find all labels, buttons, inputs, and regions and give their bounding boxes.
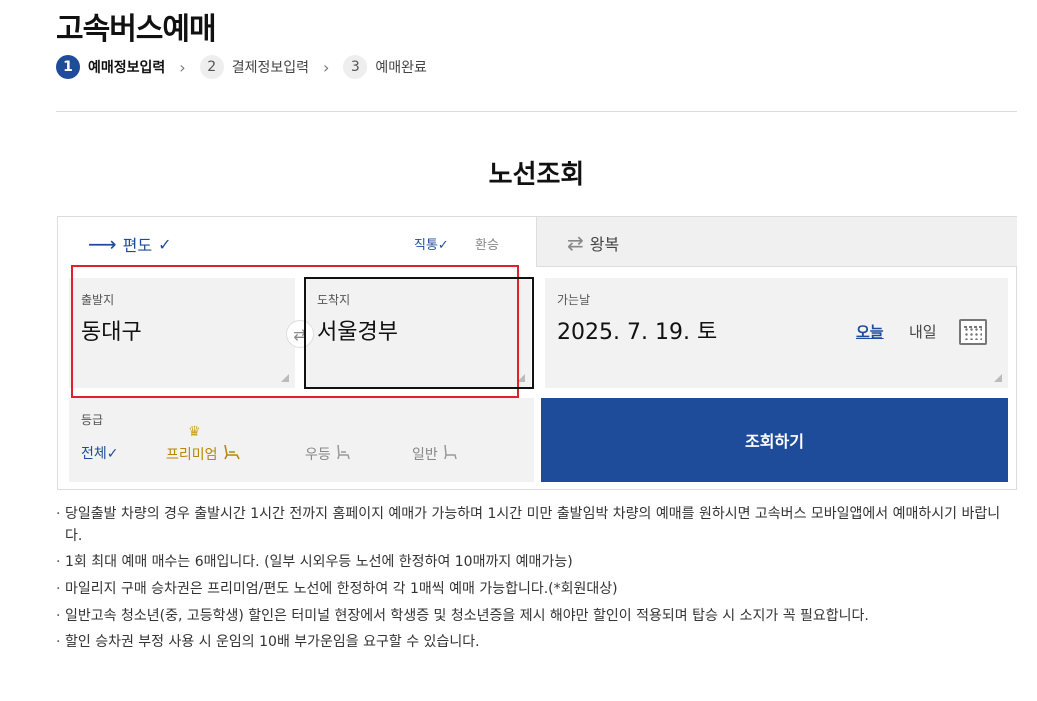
seat-icon — [442, 443, 460, 465]
step-1: 1 예매정보입력 — [56, 55, 165, 79]
chevron-right-icon: › — [322, 57, 330, 77]
step-3: 3 예매완료 — [343, 55, 427, 79]
crown-icon: ♛ — [188, 424, 201, 440]
step-2-label: 결제정보입력 — [231, 60, 309, 76]
list-item: 당일출발 차량의 경우 출발시간 1시간 전까지 홈페이지 예매가 가능하며 1… — [56, 504, 1016, 547]
normal-label: 일반 — [412, 447, 438, 463]
dropdown-corner-icon — [281, 374, 289, 382]
page-title: 고속버스예매 — [56, 12, 217, 47]
date-label: 가는날 — [557, 293, 591, 307]
chevron-right-icon: › — [179, 57, 186, 77]
departure-value: 동대구 — [81, 320, 142, 345]
grade-option-excellent[interactable]: 우등 — [305, 443, 353, 465]
roundtrip-option[interactable]: ⇄ 왕복 — [567, 231, 619, 255]
notice-list: 당일출발 차량의 경우 출발시간 1시간 전까지 홈페이지 예매가 가능하며 1… — [56, 504, 1016, 659]
step-3-label: 예매완료 — [375, 60, 427, 76]
divider — [56, 111, 1017, 112]
calendar-icon[interactable] — [959, 319, 987, 345]
departure-field[interactable]: 출발지 동대구 — [69, 278, 295, 388]
oneway-option[interactable]: ⟶ 편도 ✓ — [88, 232, 172, 256]
dropdown-corner-icon — [517, 374, 525, 382]
oneway-label: 편도 — [122, 236, 153, 255]
transfer-route-option[interactable]: 환승 — [475, 234, 499, 253]
arrival-field[interactable]: 도착지 서울경부 — [305, 278, 531, 388]
list-item: 1회 최대 예매 매수는 6매입니다. (일부 시외우등 노선에 한정하여 10… — [56, 552, 1016, 574]
step-2-number: 2 — [199, 55, 224, 79]
step-1-label: 예매정보입력 — [88, 60, 166, 76]
roundtrip-label: 왕복 — [589, 235, 620, 254]
departure-label: 출발지 — [81, 293, 115, 307]
today-button[interactable]: 오늘 — [856, 321, 884, 342]
check-icon: ✓ — [158, 234, 172, 254]
search-button[interactable]: 조회하기 — [541, 398, 1008, 482]
step-3-number: 3 — [343, 55, 368, 79]
grade-option-normal[interactable]: 일반 — [412, 443, 460, 465]
grade-option-premium[interactable]: 프리미엄 — [166, 443, 242, 465]
swap-locations-button[interactable]: ⇄ — [286, 320, 314, 348]
tab-oneway[interactable]: ⟶ 편도 ✓ 직통✓ 환승 — [58, 217, 536, 267]
seat-icon — [222, 443, 242, 465]
direct-route-option[interactable]: 직통✓ — [414, 234, 449, 253]
step-indicator: 1 예매정보입력 › 2 결제정보입력 › 3 예매완료 — [56, 55, 427, 79]
date-field[interactable]: 가는날 2025. 7. 19. 토 오늘 내일 — [545, 278, 1008, 388]
arrival-value: 서울경부 — [317, 320, 398, 345]
arrow-right-icon: ⟶ — [88, 232, 117, 256]
seat-icon — [335, 443, 353, 465]
swap-arrows-icon: ⇄ — [567, 231, 584, 255]
list-item: 일반고속 청소년(중, 고등학생) 할인은 터미널 현장에서 학생증 및 청소년… — [56, 606, 1016, 628]
tab-roundtrip[interactable]: ⇄ 왕복 — [536, 217, 1017, 267]
list-item: 마일리지 구매 승차권은 프리미엄/편도 노선에 한정하여 각 1매씩 예매 가… — [56, 579, 1016, 601]
grade-selector: 등급 전체✓ ♛ 프리미엄 우등 일반 — [69, 398, 534, 482]
grade-option-all[interactable]: 전체✓ — [81, 443, 119, 463]
excellent-label: 우등 — [305, 447, 331, 463]
date-value: 2025. 7. 19. 토 — [557, 320, 718, 345]
step-1-number: 1 — [56, 55, 80, 79]
section-title: 노선조회 — [488, 160, 585, 190]
grade-label: 등급 — [81, 413, 104, 427]
dropdown-corner-icon — [994, 374, 1002, 382]
route-search-form: ⟶ 편도 ✓ 직통✓ 환승 ⇄ 왕복 출발지 동대구 ⇄ 도착지 서울경부 가는… — [57, 216, 1017, 490]
arrival-label: 도착지 — [317, 293, 351, 307]
list-item: 할인 승차권 부정 사용 시 운임의 10배 부가운임을 요구할 수 있습니다. — [56, 632, 1016, 654]
tomorrow-button[interactable]: 내일 — [909, 321, 937, 342]
step-2: 2 결제정보입력 — [199, 55, 309, 79]
premium-label: 프리미엄 — [166, 447, 218, 463]
